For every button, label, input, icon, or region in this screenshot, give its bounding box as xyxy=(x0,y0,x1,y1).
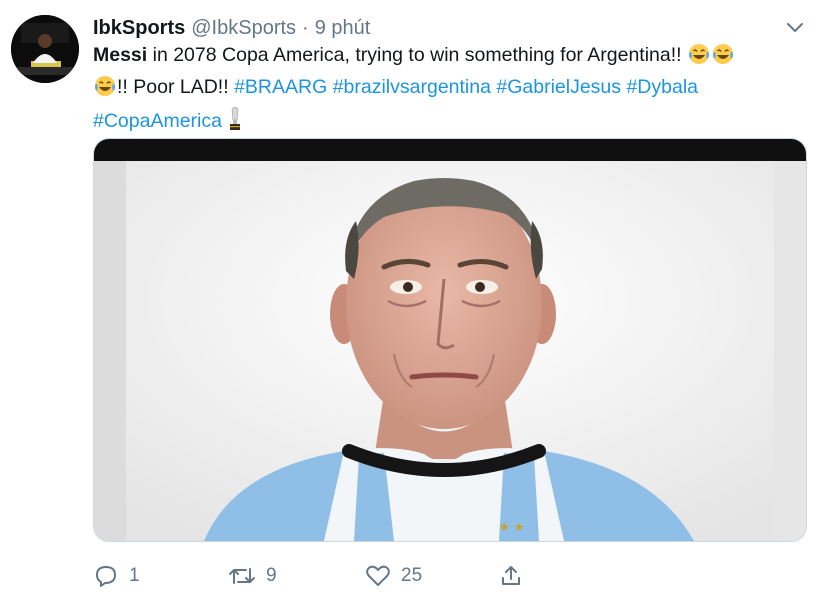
tweet-card[interactable]: IbkSports @IbkSports · 9 phút Messi in 2… xyxy=(0,0,817,603)
reply-count: 1 xyxy=(129,565,140,586)
like-count: 25 xyxy=(401,565,423,586)
hashtag-link[interactable]: #CopaAmerica xyxy=(93,110,222,132)
hashtag-link[interactable]: #GabrielJesus xyxy=(496,76,621,98)
chevron-down-icon[interactable] xyxy=(783,17,807,39)
trophy-emoji-icon xyxy=(227,106,243,140)
tweet-text-part2: !! Poor LAD!! xyxy=(117,76,235,98)
like-button[interactable]: 25 xyxy=(365,564,422,588)
display-name[interactable]: IbkSports xyxy=(93,17,185,40)
retweet-count: 9 xyxy=(266,565,277,586)
reply-icon xyxy=(93,564,119,588)
laughing-crying-emoji-icon xyxy=(93,74,117,106)
hashtag-link[interactable]: #Dybala xyxy=(626,76,698,98)
hashtag-link[interactable]: #brazilvsargentina xyxy=(333,76,491,98)
tweet-header: IbkSports @IbkSports · 9 phút xyxy=(93,15,767,41)
heart-icon xyxy=(365,564,391,588)
tweet-actions: 1 9 25 xyxy=(93,558,553,594)
separator-dot: · xyxy=(302,16,309,39)
avatar-image xyxy=(11,15,79,83)
user-handle[interactable]: @IbkSports xyxy=(191,17,296,40)
tweet-text-part1: in 2078 Copa America, trying to win some… xyxy=(147,44,687,66)
svg-text:★ ★: ★ ★ xyxy=(499,520,524,534)
reply-button[interactable]: 1 xyxy=(93,564,140,588)
mention-text[interactable]: Messi xyxy=(93,44,147,66)
timestamp[interactable]: 9 phút xyxy=(315,17,371,40)
laughing-crying-emoji-icon xyxy=(687,42,711,74)
tweet-text: Messi in 2078 Copa America, trying to wi… xyxy=(93,42,793,140)
retweet-button[interactable]: 9 xyxy=(228,564,277,588)
hashtag-link[interactable]: #BRAARG xyxy=(234,76,327,98)
retweet-icon xyxy=(228,564,256,588)
tweet-media-image[interactable]: ★ ★ xyxy=(93,138,807,542)
laughing-crying-emoji-icon xyxy=(711,42,735,74)
share-button[interactable] xyxy=(499,564,523,588)
avatar[interactable] xyxy=(11,15,79,83)
aged-player-photo: ★ ★ xyxy=(94,139,806,541)
share-icon xyxy=(499,564,523,588)
